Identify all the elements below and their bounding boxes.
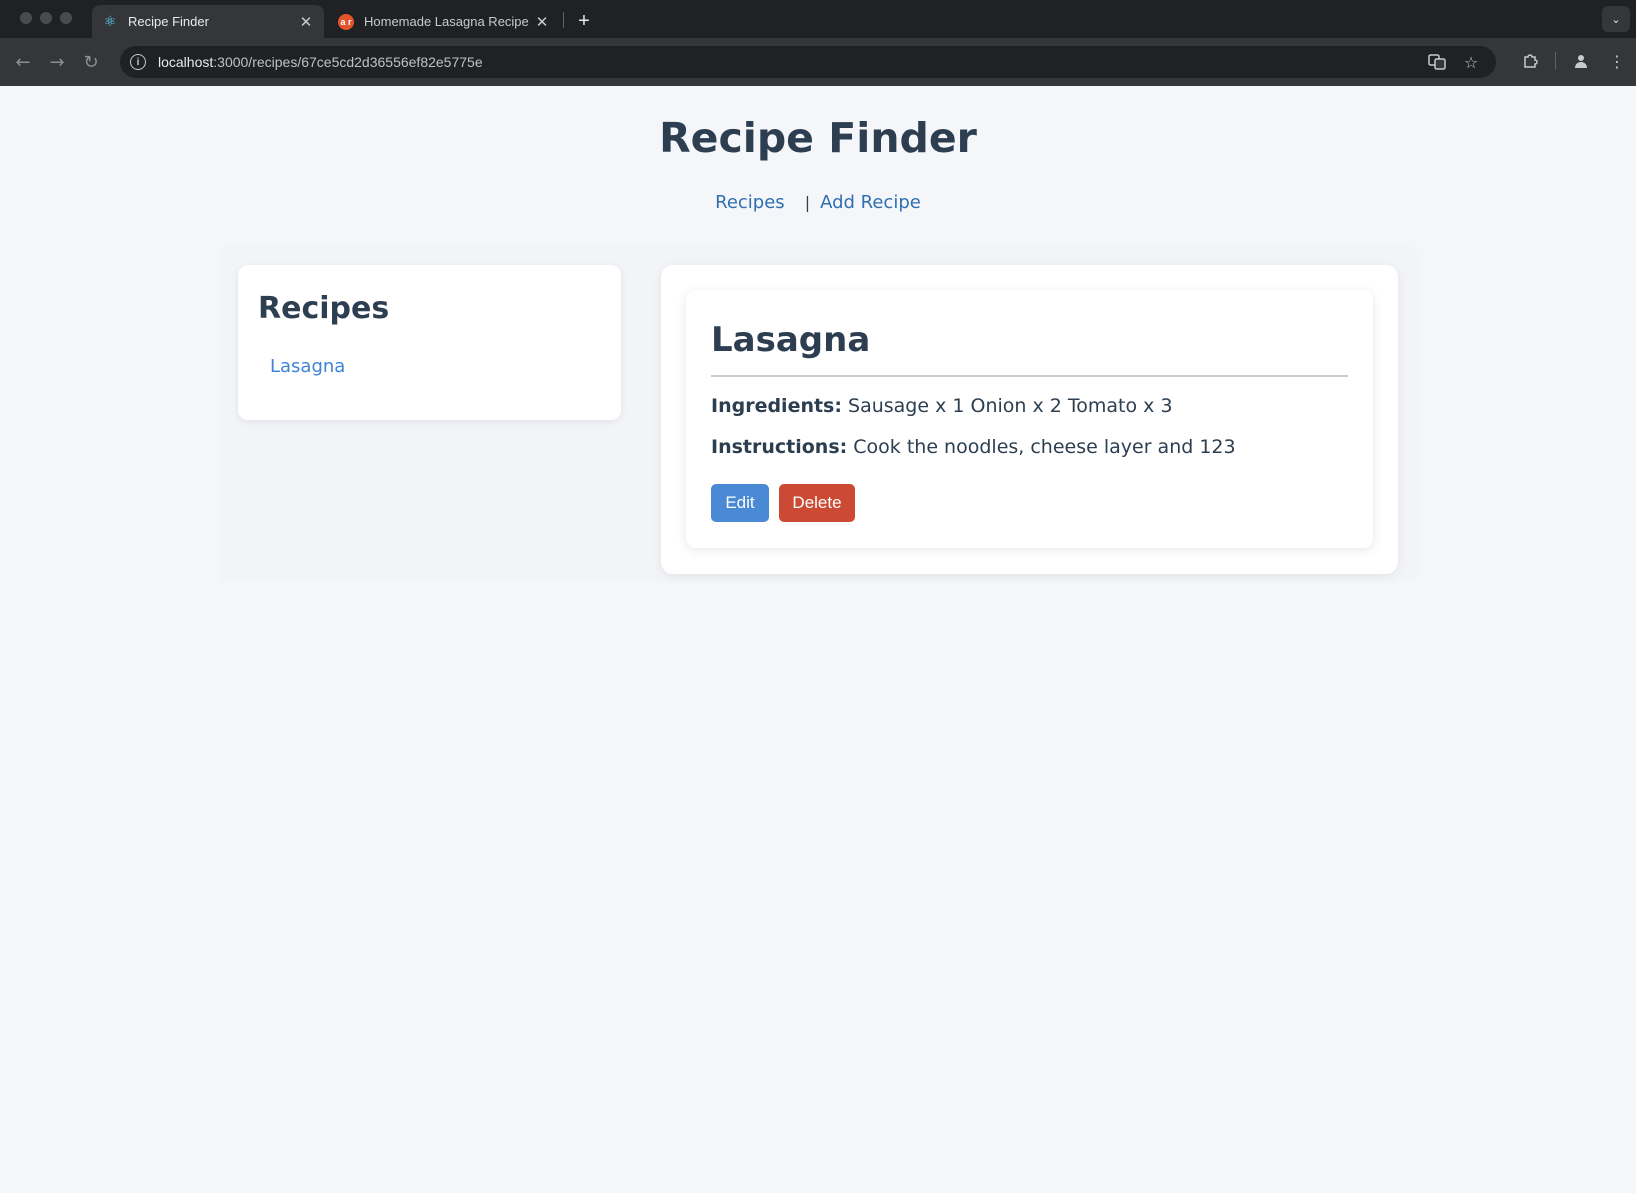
nav-link-recipes[interactable]: Recipes — [715, 192, 785, 213]
url-path: :3000/recipes/67ce5cd2d36556ef82e5775e — [213, 54, 483, 70]
reload-button[interactable]: ↻ — [74, 45, 108, 79]
minimize-window-button[interactable] — [40, 12, 52, 24]
nav-separator: | — [804, 193, 811, 212]
window-controls — [20, 12, 72, 24]
reload-icon: ↻ — [83, 51, 99, 73]
tab-title: Recipe Finder — [128, 14, 209, 29]
instructions-label: Instructions: — [711, 436, 848, 458]
ingredients-label: Ingredients: — [711, 395, 842, 417]
main-layout: Recipes Lasagna Lasagna Ingredients: Sau… — [218, 246, 1418, 582]
arrow-right-icon: → — [49, 51, 65, 73]
close-icon[interactable]: ✕ — [298, 13, 314, 31]
ar-logo-icon: a r — [338, 13, 354, 30]
new-tab-button[interactable]: + — [570, 7, 598, 35]
tab-divider — [563, 12, 564, 28]
maximize-window-button[interactable] — [60, 12, 72, 24]
menu-kebab-icon[interactable]: ⋮ — [1606, 48, 1628, 74]
recipe-list-item-lasagna[interactable]: Lasagna — [270, 356, 345, 377]
browser-toolbar: ← → ↻ i localhost:3000/recipes/67ce5cd2d… — [0, 38, 1636, 86]
extensions-icon[interactable] — [1519, 48, 1541, 74]
delete-button[interactable]: Delete — [779, 484, 855, 522]
chevron-down-icon: ⌄ — [1611, 12, 1621, 26]
toolbar-right-actions: ⋮ — [1519, 48, 1628, 74]
close-icon[interactable]: ✕ — [534, 13, 550, 31]
toolbar-divider — [1555, 52, 1556, 70]
page-content: Recipe Finder Recipes | Add Recipe Recip… — [0, 86, 1636, 1193]
recipe-instructions: Instructions: Cook the noodles, cheese l… — [711, 436, 1236, 458]
forward-button[interactable]: → — [40, 45, 74, 79]
arrow-left-icon: ← — [15, 51, 31, 73]
profile-icon[interactable] — [1570, 48, 1592, 74]
edit-button[interactable]: Edit — [711, 484, 769, 522]
translate-icon[interactable] — [1426, 51, 1448, 73]
recipe-detail-panel: Lasagna Ingredients: Sausage x 1 Onion x… — [661, 265, 1398, 574]
recipe-ingredients: Ingredients: Sausage x 1 Onion x 2 Tomat… — [711, 395, 1173, 417]
url-text[interactable]: localhost:3000/recipes/67ce5cd2d36556ef8… — [158, 54, 483, 70]
close-window-button[interactable] — [20, 12, 32, 24]
tab-search-button[interactable]: ⌄ — [1602, 6, 1630, 32]
address-bar[interactable]: i localhost:3000/recipes/67ce5cd2d36556e… — [120, 46, 1496, 78]
recipe-list-heading: Recipes — [258, 291, 390, 326]
recipe-list-panel: Recipes Lasagna — [238, 265, 621, 420]
recipe-card: Lasagna Ingredients: Sausage x 1 Onion x… — [686, 290, 1373, 548]
recipe-title: Lasagna — [711, 320, 871, 360]
page-title: Recipe Finder — [659, 114, 977, 162]
site-info-icon[interactable]: i — [130, 54, 146, 70]
tab-homemade-lasagna[interactable]: a r Homemade Lasagna Recipe ✕ — [328, 5, 560, 38]
nav-link-add-recipe[interactable]: Add Recipe — [820, 192, 921, 213]
bookmark-star-icon[interactable]: ☆ — [1460, 51, 1482, 73]
address-bar-actions: ☆ — [1426, 51, 1482, 73]
url-host: localhost — [158, 54, 214, 70]
react-icon: ⚛ — [103, 13, 117, 29]
ingredients-value: Sausage x 1 Onion x 2 Tomato x 3 — [848, 395, 1173, 417]
browser-chrome: ⚛ Recipe Finder ✕ a r Homemade Lasagna R… — [0, 0, 1636, 86]
tab-title: Homemade Lasagna Recipe — [364, 14, 529, 29]
tab-recipe-finder[interactable]: ⚛ Recipe Finder ✕ — [92, 5, 324, 38]
main-nav: Recipes | Add Recipe — [0, 192, 1636, 213]
instructions-value: Cook the noodles, cheese layer and 123 — [853, 436, 1236, 458]
back-button[interactable]: ← — [6, 45, 40, 79]
tab-strip: ⚛ Recipe Finder ✕ a r Homemade Lasagna R… — [0, 0, 1636, 38]
divider — [711, 375, 1348, 377]
